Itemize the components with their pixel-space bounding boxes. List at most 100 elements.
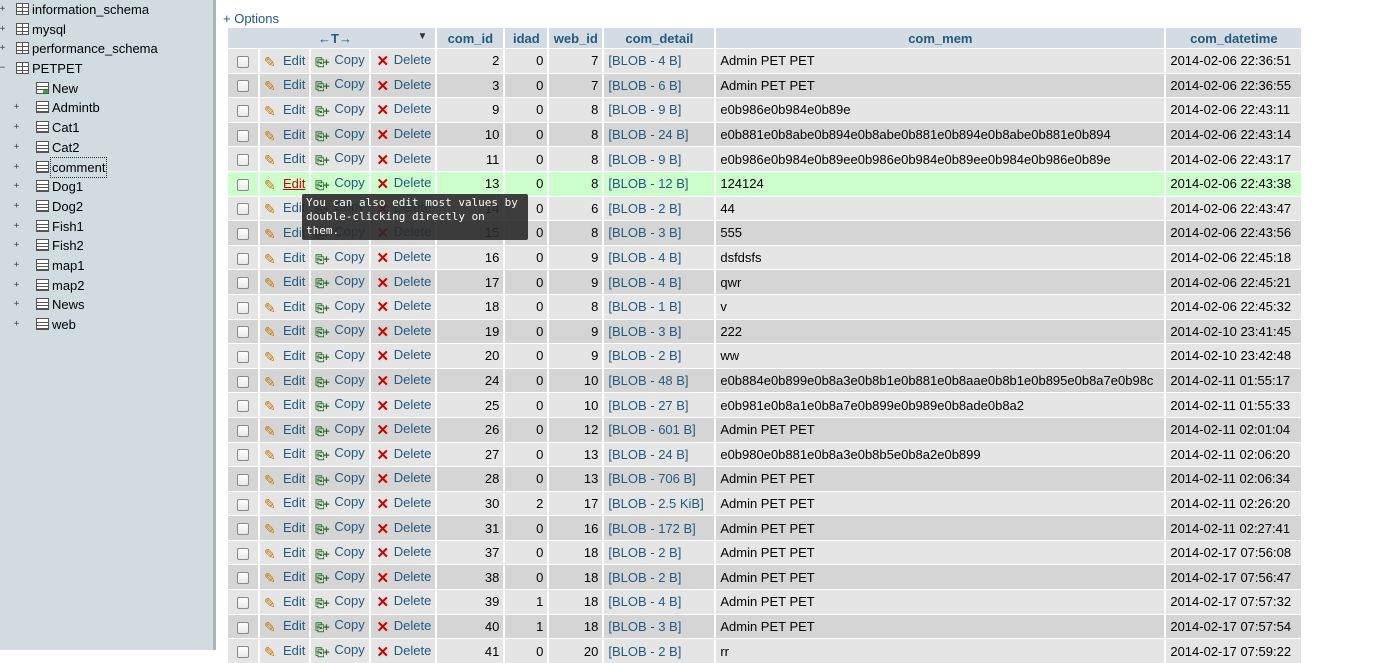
copy-cell[interactable]: ⎘+Copy	[311, 466, 369, 491]
cell-com-datetime[interactable]: 2014-02-06 22:45:32	[1166, 293, 1302, 319]
edit-link[interactable]: Edit	[283, 397, 305, 412]
cell-com-id[interactable]: 30	[437, 490, 504, 516]
copy-cell[interactable]: ⎘+Copy	[311, 97, 369, 122]
copy-icon[interactable]: ⎘+	[315, 154, 331, 168]
row-select-cell[interactable]	[228, 293, 258, 319]
nav-database-label[interactable]: information_schema	[32, 0, 149, 20]
copy-link[interactable]: Copy	[334, 519, 364, 534]
row-checkbox[interactable]	[237, 326, 249, 339]
table-row[interactable]: ✎ Edit ⎘+ Copy ✕ Delete 16 0 9 [BLOB - 4 B] dsfdsf…	[228, 244, 1302, 270]
cell-web-id[interactable]: 18	[549, 564, 603, 590]
copy-link[interactable]: Copy	[334, 347, 364, 362]
cell-com-mem[interactable]: 222	[716, 318, 1165, 344]
expand-icon[interactable]: +	[12, 280, 21, 290]
cell-com-id[interactable]: 38	[437, 564, 504, 590]
cell-idad[interactable]: 0	[505, 269, 548, 294]
copy-cell[interactable]: ⎘+Copy	[311, 293, 369, 319]
pencil-icon[interactable]: ✎	[264, 473, 280, 487]
copy-icon[interactable]: ⎘+	[315, 646, 331, 660]
cell-com-mem[interactable]: qwr	[716, 269, 1165, 294]
cell-idad[interactable]: 0	[505, 244, 548, 270]
nav-table-fish2[interactable]: + Fish2	[0, 236, 213, 256]
copy-icon[interactable]: ⎘+	[315, 351, 331, 365]
cell-com-detail[interactable]: [BLOB - 1 B]	[604, 293, 715, 319]
nav-table-admintb[interactable]: + Admintb	[0, 98, 213, 118]
cell-web-id[interactable]: 9	[549, 269, 603, 294]
blob-link[interactable]: [BLOB - 3 B]	[608, 225, 681, 240]
delete-link[interactable]: Delete	[394, 347, 432, 362]
row-checkbox[interactable]	[237, 154, 249, 167]
cell-com-detail[interactable]: [BLOB - 9 B]	[604, 97, 715, 122]
cell-com-id[interactable]: 19	[437, 318, 504, 344]
cell-com-mem[interactable]: e0b980e0b881e0b8a3e0b8b5e0b8a2e0b899	[716, 441, 1165, 467]
cell-com-id[interactable]: 28	[437, 466, 504, 491]
cell-com-detail[interactable]: [BLOB - 3 B]	[604, 318, 715, 344]
nav-table-label[interactable]: Dog2	[52, 197, 83, 217]
blob-link[interactable]: [BLOB - 172 B]	[608, 521, 695, 536]
row-select-cell[interactable]	[228, 564, 258, 590]
column-header-com-id[interactable]: com_id	[437, 28, 504, 48]
delete-link[interactable]: Delete	[394, 298, 432, 313]
delete-cell[interactable]: ✕Delete	[370, 416, 436, 442]
cell-com-datetime[interactable]: 2014-02-06 22:43:17	[1166, 146, 1302, 171]
row-select-cell[interactable]	[228, 613, 258, 639]
cell-web-id[interactable]: 9	[549, 244, 603, 270]
cell-idad[interactable]: 0	[505, 170, 548, 196]
edit-link[interactable]: Edit	[283, 348, 305, 363]
row-checkbox[interactable]	[237, 473, 249, 486]
row-select-cell[interactable]	[228, 244, 258, 270]
row-checkbox[interactable]	[237, 375, 249, 388]
copy-link[interactable]: Copy	[334, 101, 364, 116]
nav-table-label[interactable]: map1	[52, 256, 85, 276]
row-checkbox[interactable]	[237, 277, 249, 290]
table-row[interactable]: ✎ Edit ⎘+ Copy ✕ Delete 20 0 9 [BLOB - 2 B] ww 2014…	[228, 343, 1302, 368]
cell-com-detail[interactable]: [BLOB - 172 B]	[604, 515, 715, 540]
delete-x-icon[interactable]: ✕	[375, 325, 391, 340]
row-select-cell[interactable]	[228, 539, 258, 565]
edit-link[interactable]: Edit	[283, 643, 305, 658]
edit-link[interactable]: Edit	[283, 323, 305, 338]
cell-com-datetime[interactable]: 2014-02-06 22:36:51	[1166, 48, 1302, 73]
cell-web-id[interactable]: 12	[549, 416, 603, 442]
delete-cell[interactable]: ✕Delete	[370, 244, 436, 270]
blob-link[interactable]: [BLOB - 48 B]	[608, 373, 688, 388]
cell-com-datetime[interactable]: 2014-02-17 07:57:32	[1166, 589, 1302, 614]
copy-link[interactable]: Copy	[334, 617, 364, 632]
nav-table-dog1[interactable]: + Dog1	[0, 177, 213, 197]
copy-cell[interactable]: ⎘+Copy	[311, 539, 369, 565]
copy-icon[interactable]: ⎘+	[315, 621, 331, 635]
nav-table-map2[interactable]: + map2	[0, 276, 213, 296]
pencil-icon[interactable]: ✎	[264, 620, 280, 634]
row-checkbox[interactable]	[237, 523, 249, 536]
copy-icon[interactable]: ⎘+	[315, 400, 331, 414]
edit-cell[interactable]: ✎ Edit	[260, 515, 310, 540]
delete-cell[interactable]: ✕Delete	[370, 121, 436, 147]
cell-idad[interactable]: 0	[505, 343, 548, 368]
cell-com-datetime[interactable]: 2014-02-06 22:45:18	[1166, 244, 1302, 270]
cell-com-datetime[interactable]: 2014-02-17 07:56:47	[1166, 564, 1302, 590]
column-header-com-detail[interactable]: com_detail	[604, 28, 715, 48]
blob-link[interactable]: [BLOB - 2 B]	[608, 545, 681, 560]
row-select-cell[interactable]	[228, 490, 258, 516]
cell-com-datetime[interactable]: 2014-02-11 02:06:34	[1166, 466, 1302, 491]
delete-link[interactable]: Delete	[394, 397, 432, 412]
cell-com-mem[interactable]: rr	[716, 638, 1165, 663]
delete-cell[interactable]: ✕Delete	[370, 589, 436, 614]
nav-database-information-schema[interactable]: + information_schema	[0, 0, 213, 20]
delete-x-icon[interactable]: ✕	[375, 472, 391, 487]
cell-com-id[interactable]: 24	[437, 367, 504, 393]
copy-cell[interactable]: ⎘+Copy	[311, 638, 369, 663]
table-row[interactable]: ✎ Edit ⎘+ Copy ✕ Delete 28 0 13 [BLOB - 706 B] Adm…	[228, 466, 1302, 491]
delete-x-icon[interactable]: ✕	[375, 620, 391, 635]
edit-cell[interactable]: ✎ Edit	[260, 244, 310, 270]
cell-com-detail[interactable]: [BLOB - 4 B]	[604, 48, 715, 73]
delete-cell[interactable]: ✕Delete	[370, 269, 436, 294]
copy-icon[interactable]: ⎘+	[315, 376, 331, 390]
cell-com-datetime[interactable]: 2014-02-11 02:06:20	[1166, 441, 1302, 467]
row-select-cell[interactable]	[228, 220, 258, 245]
cell-com-datetime[interactable]: 2014-02-06 22:43:14	[1166, 121, 1302, 147]
copy-cell[interactable]: ⎘+Copy	[311, 244, 369, 270]
expand-icon[interactable]: +	[12, 320, 21, 329]
copy-icon[interactable]: ⎘+	[315, 130, 331, 144]
row-checkbox[interactable]	[237, 596, 249, 609]
